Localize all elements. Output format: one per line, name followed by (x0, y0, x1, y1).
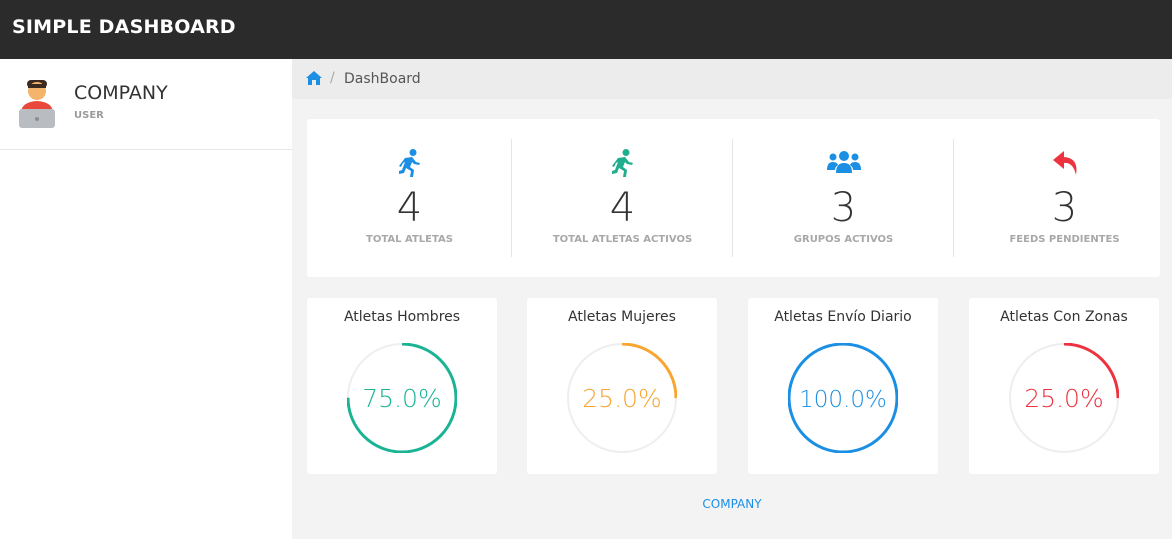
percent-ring: 75.0% (347, 343, 457, 453)
card-title: Atletas Envío Diario (774, 309, 912, 325)
stat-label: TOTAL ATLETAS ACTIVOS (552, 234, 693, 245)
stat-label: GRUPOS ACTIVOS (793, 234, 894, 245)
card-atletas-con-zonas: Atletas Con Zonas 25.0% (969, 298, 1159, 474)
card-title: Atletas Hombres (343, 309, 461, 325)
card-atletas-hombres: Atletas Hombres 75.0% (307, 298, 497, 474)
profile-role: USER (74, 110, 104, 121)
stat-value: 3 (1051, 185, 1078, 231)
breadcrumb: / DashBoard (292, 59, 1172, 99)
user-avatar-icon (19, 80, 55, 128)
percent-ring: 25.0% (1009, 343, 1119, 453)
users-group-icon (826, 151, 861, 173)
card-title: Atletas Mujeres (568, 309, 676, 325)
stats-panel: 4 TOTAL ATLETAS 4 TOTAL ATLETAS ACTIVOS … (307, 119, 1160, 277)
reply-arrow-icon (1052, 151, 1076, 175)
percent-ring: 100.0% (788, 343, 898, 453)
stat-value: 4 (396, 185, 423, 231)
stat-label: FEEDS PENDIENTES (1009, 234, 1120, 245)
card-atletas-envio-diario: Atletas Envío Diario 100.0% (748, 298, 938, 474)
top-navbar: SIMPLE DASHBOARD (0, 0, 1172, 59)
percent-value: 25.0% (582, 384, 661, 413)
breadcrumb-current: DashBoard (344, 71, 421, 87)
divider (511, 139, 512, 257)
breadcrumb-separator: / (330, 70, 335, 86)
app-title[interactable]: SIMPLE DASHBOARD (12, 16, 236, 38)
user-profile: COMPANY USER (0, 59, 292, 150)
stat-value: 3 (830, 185, 857, 231)
stat-grupos-activos: 3 GRUPOS ACTIVOS (741, 119, 946, 277)
percent-value: 25.0% (1024, 384, 1103, 413)
percent-value: 75.0% (362, 384, 441, 413)
running-person-icon (611, 149, 633, 177)
stat-atletas-activos: 4 TOTAL ATLETAS ACTIVOS (520, 119, 725, 277)
stat-total-atletas: 4 TOTAL ATLETAS (307, 119, 512, 277)
running-person-icon (398, 149, 420, 177)
profile-name: COMPANY (74, 82, 168, 104)
stat-feeds-pendientes: 3 FEEDS PENDIENTES (962, 119, 1167, 277)
stat-label: TOTAL ATLETAS (366, 234, 453, 245)
footer-link[interactable]: COMPANY (292, 497, 1172, 511)
card-title: Atletas Con Zonas (1000, 309, 1128, 325)
card-atletas-mujeres: Atletas Mujeres 25.0% (527, 298, 717, 474)
percent-ring: 25.0% (567, 343, 677, 453)
divider (732, 139, 733, 257)
home-icon[interactable] (306, 71, 322, 85)
stat-value: 4 (609, 185, 636, 231)
percent-value: 100.0% (799, 387, 887, 413)
divider (953, 139, 954, 257)
sidebar: COMPANY USER (0, 59, 292, 539)
